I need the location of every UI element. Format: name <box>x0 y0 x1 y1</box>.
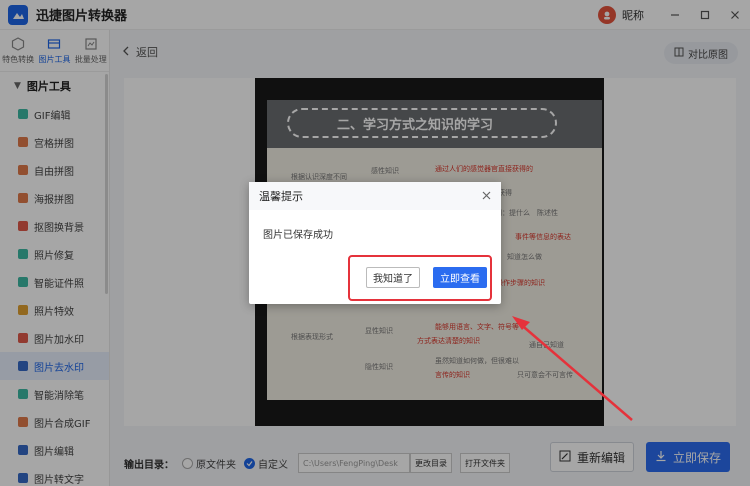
dialog-message: 图片已保存成功 <box>263 230 333 241</box>
close-icon[interactable] <box>482 189 491 203</box>
annotation-highlight-box <box>348 255 492 301</box>
dialog-header: 温馨提示 <box>249 182 501 210</box>
dialog-title: 温馨提示 <box>259 190 303 203</box>
